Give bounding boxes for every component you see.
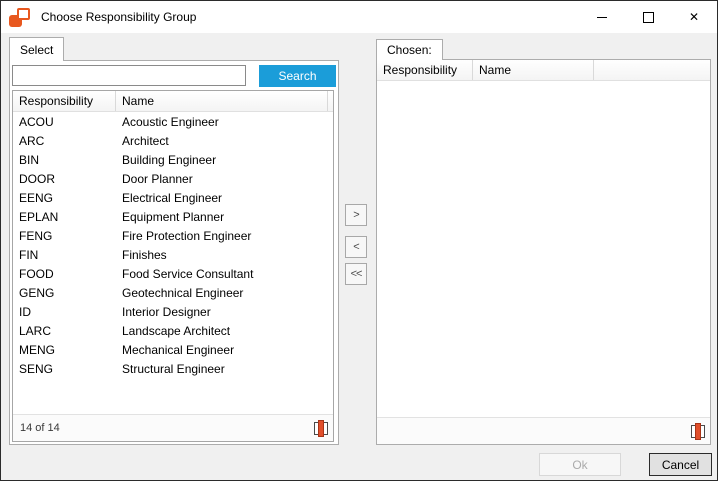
table-row[interactable]: FINFinishes xyxy=(13,245,333,264)
available-rows: ACOUAcoustic EngineerARCArchitectBINBuil… xyxy=(13,112,333,414)
chosen-panel: Responsibility Name xyxy=(376,59,711,445)
table-row[interactable]: BINBuilding Engineer xyxy=(13,150,333,169)
table-row[interactable]: LARCLandscape Architect xyxy=(13,321,333,340)
app-icon xyxy=(9,8,30,27)
select-panel: Search Responsibility Name ACOUAcoustic … xyxy=(9,60,339,445)
grid-header: Responsibility Name xyxy=(377,60,710,81)
table-cell: Electrical Engineer xyxy=(116,191,328,205)
table-cell: Interior Designer xyxy=(116,305,328,319)
grid-footer xyxy=(377,417,710,444)
search-button[interactable]: Search xyxy=(259,65,336,87)
table-cell: FIN xyxy=(13,248,116,262)
table-row[interactable]: FENGFire Protection Engineer xyxy=(13,226,333,245)
table-cell: MENG xyxy=(13,343,116,357)
table-cell: Door Planner xyxy=(116,172,328,186)
column-header-name[interactable]: Name xyxy=(116,91,328,111)
table-cell: EPLAN xyxy=(13,210,116,224)
table-cell: GENG xyxy=(13,286,116,300)
column-chooser-icon[interactable] xyxy=(314,420,328,436)
table-row[interactable]: MENGMechanical Engineer xyxy=(13,340,333,359)
tab-select[interactable]: Select xyxy=(9,37,64,61)
table-row[interactable]: EPLANEquipment Planner xyxy=(13,207,333,226)
table-cell: Geotechnical Engineer xyxy=(116,286,328,300)
table-cell: SENG xyxy=(13,362,116,376)
column-chooser-icon[interactable] xyxy=(691,423,705,439)
move-all-left-button[interactable]: << xyxy=(345,263,367,285)
column-header-empty xyxy=(594,60,710,80)
table-cell: Acoustic Engineer xyxy=(116,115,328,129)
move-right-button[interactable]: > xyxy=(345,204,367,226)
search-input[interactable] xyxy=(12,65,246,86)
grid-header: Responsibility Name xyxy=(13,91,333,112)
column-header-name[interactable]: Name xyxy=(473,60,594,80)
window-controls: ✕ xyxy=(579,1,717,33)
chosen-rows xyxy=(377,81,710,417)
table-cell: EENG xyxy=(13,191,116,205)
record-count: 14 of 14 xyxy=(20,422,60,434)
table-cell: ACOU xyxy=(13,115,116,129)
table-cell: Food Service Consultant xyxy=(116,267,328,281)
grid-footer: 14 of 14 xyxy=(13,414,333,441)
close-icon: ✕ xyxy=(689,11,699,23)
titlebar: Choose Responsibility Group ✕ xyxy=(1,1,717,33)
table-cell: Landscape Architect xyxy=(116,324,328,338)
chosen-responsibilities-grid: Responsibility Name xyxy=(377,60,710,444)
close-button[interactable]: ✕ xyxy=(671,1,717,33)
table-row[interactable]: GENGGeotechnical Engineer xyxy=(13,283,333,302)
table-cell: BIN xyxy=(13,153,116,167)
table-cell: Mechanical Engineer xyxy=(116,343,328,357)
table-cell: Architect xyxy=(116,134,328,148)
table-row[interactable]: SENGStructural Engineer xyxy=(13,359,333,378)
column-header-responsibility[interactable]: Responsibility xyxy=(13,91,116,111)
maximize-button[interactable] xyxy=(625,1,671,33)
table-row[interactable]: EENGElectrical Engineer xyxy=(13,188,333,207)
table-row[interactable]: FOODFood Service Consultant xyxy=(13,264,333,283)
table-cell: ARC xyxy=(13,134,116,148)
table-row[interactable]: DOORDoor Planner xyxy=(13,169,333,188)
column-header-empty xyxy=(328,91,333,111)
tab-chosen[interactable]: Chosen: xyxy=(376,39,443,60)
column-header-responsibility[interactable]: Responsibility xyxy=(377,60,473,80)
app-icon-front-square xyxy=(17,8,30,20)
table-cell: Fire Protection Engineer xyxy=(116,229,328,243)
maximize-icon xyxy=(643,12,654,23)
table-row[interactable]: ACOUAcoustic Engineer xyxy=(13,112,333,131)
table-cell: FENG xyxy=(13,229,116,243)
ok-button[interactable]: Ok xyxy=(539,453,621,476)
table-cell: ID xyxy=(13,305,116,319)
table-cell: DOOR xyxy=(13,172,116,186)
table-row[interactable]: IDInterior Designer xyxy=(13,302,333,321)
table-cell: Structural Engineer xyxy=(116,362,328,376)
available-responsibilities-grid: Responsibility Name ACOUAcoustic Enginee… xyxy=(12,90,334,442)
cancel-button[interactable]: Cancel xyxy=(649,453,712,476)
move-left-button[interactable]: < xyxy=(345,236,367,258)
table-cell: FOOD xyxy=(13,267,116,281)
column-bar-middle xyxy=(695,423,701,440)
minimize-button[interactable] xyxy=(579,1,625,33)
table-cell: Building Engineer xyxy=(116,153,328,167)
table-cell: LARC xyxy=(13,324,116,338)
minimize-icon xyxy=(597,17,607,18)
choose-responsibility-group-dialog: Choose Responsibility Group ✕ Select Sea… xyxy=(0,0,718,481)
table-cell: Equipment Planner xyxy=(116,210,328,224)
column-bar-middle xyxy=(318,420,324,437)
table-row[interactable]: ARCArchitect xyxy=(13,131,333,150)
window-title: Choose Responsibility Group xyxy=(41,10,196,24)
table-cell: Finishes xyxy=(116,248,328,262)
